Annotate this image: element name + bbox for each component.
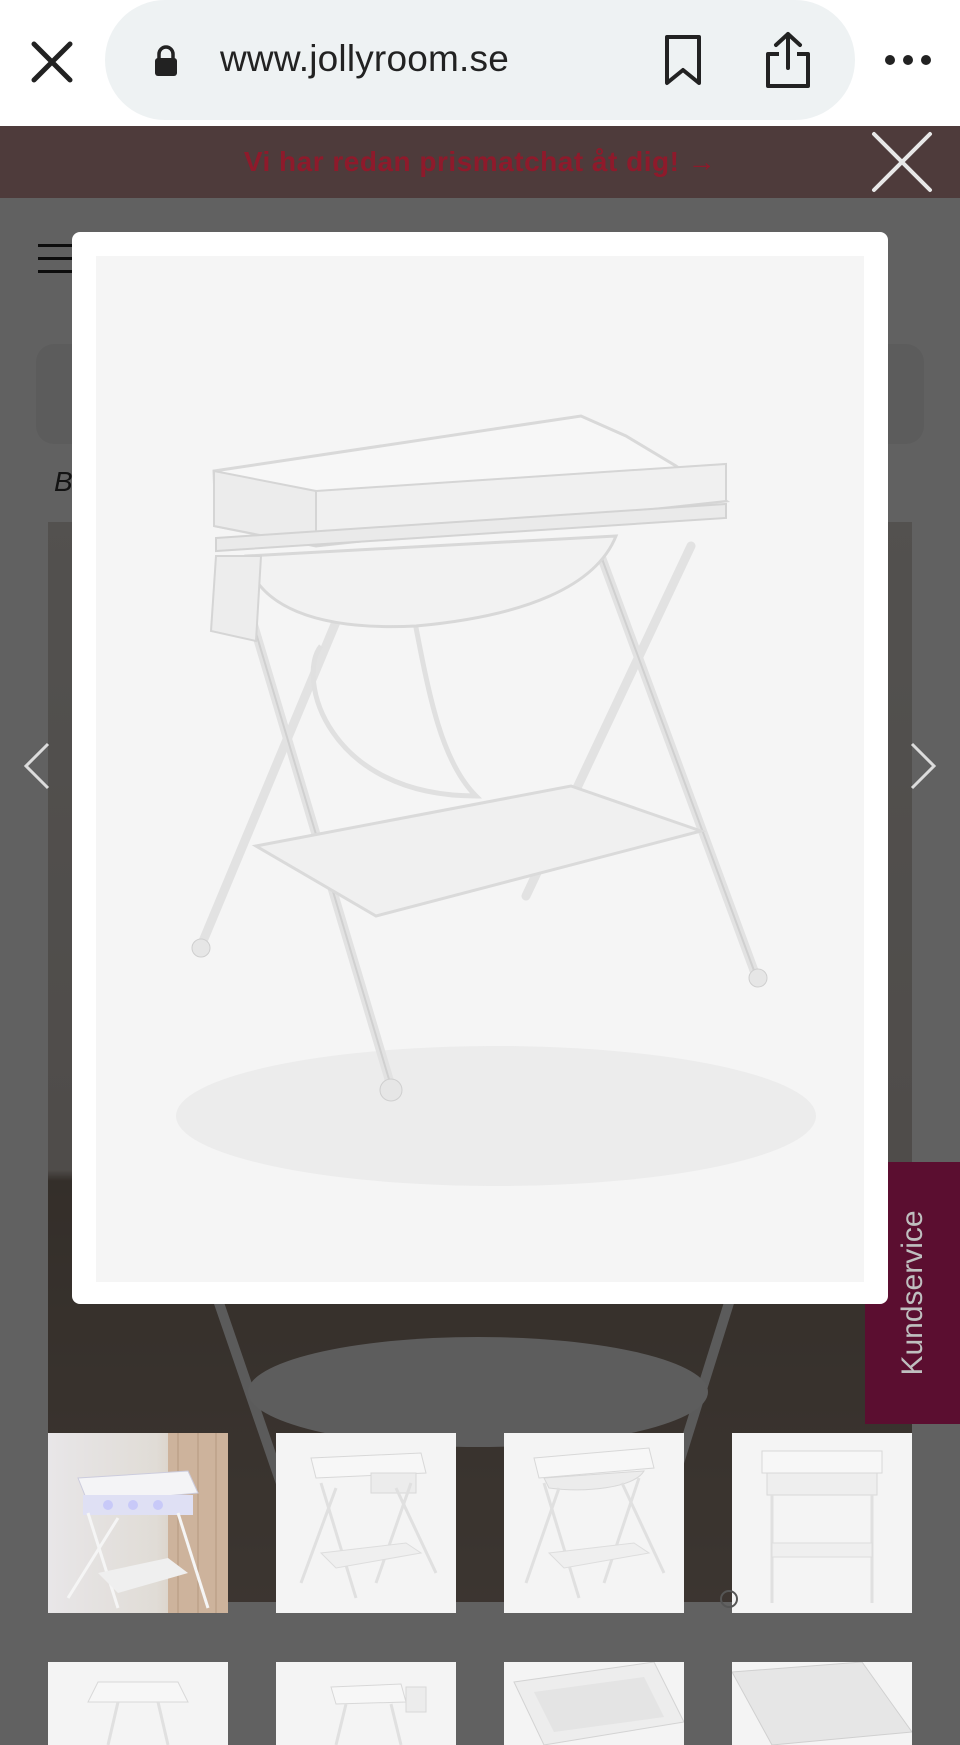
thumbnail-tub[interactable] xyxy=(504,1662,684,1745)
thumbnail-front-angle-open[interactable] xyxy=(504,1433,684,1613)
chevron-left-icon[interactable] xyxy=(20,740,52,792)
more-icon[interactable] xyxy=(884,50,932,70)
thumbnail-lifestyle[interactable] xyxy=(48,1433,228,1613)
lock-icon xyxy=(155,45,177,76)
thumbnail-front-angle[interactable] xyxy=(276,1433,456,1613)
share-icon[interactable] xyxy=(762,30,814,90)
chevron-right-icon[interactable] xyxy=(908,740,940,792)
bookmark-icon[interactable] xyxy=(662,34,704,86)
close-icon[interactable] xyxy=(870,130,934,194)
close-icon[interactable] xyxy=(28,38,76,86)
image-modal xyxy=(72,232,888,1304)
product-image-large[interactable] xyxy=(96,256,864,1282)
thumbnail-top[interactable] xyxy=(48,1662,228,1745)
carousel-dot[interactable] xyxy=(720,1590,738,1608)
browser-toolbar: www.jollyroom.se xyxy=(0,0,960,126)
thumbnail-mat[interactable] xyxy=(732,1662,912,1745)
thumbnail-side[interactable] xyxy=(276,1662,456,1745)
thumbnail-front[interactable] xyxy=(732,1433,912,1613)
url-text[interactable]: www.jollyroom.se xyxy=(220,38,509,80)
promo-text[interactable]: Vi har redan prismatchat åt dig! → xyxy=(0,146,960,178)
